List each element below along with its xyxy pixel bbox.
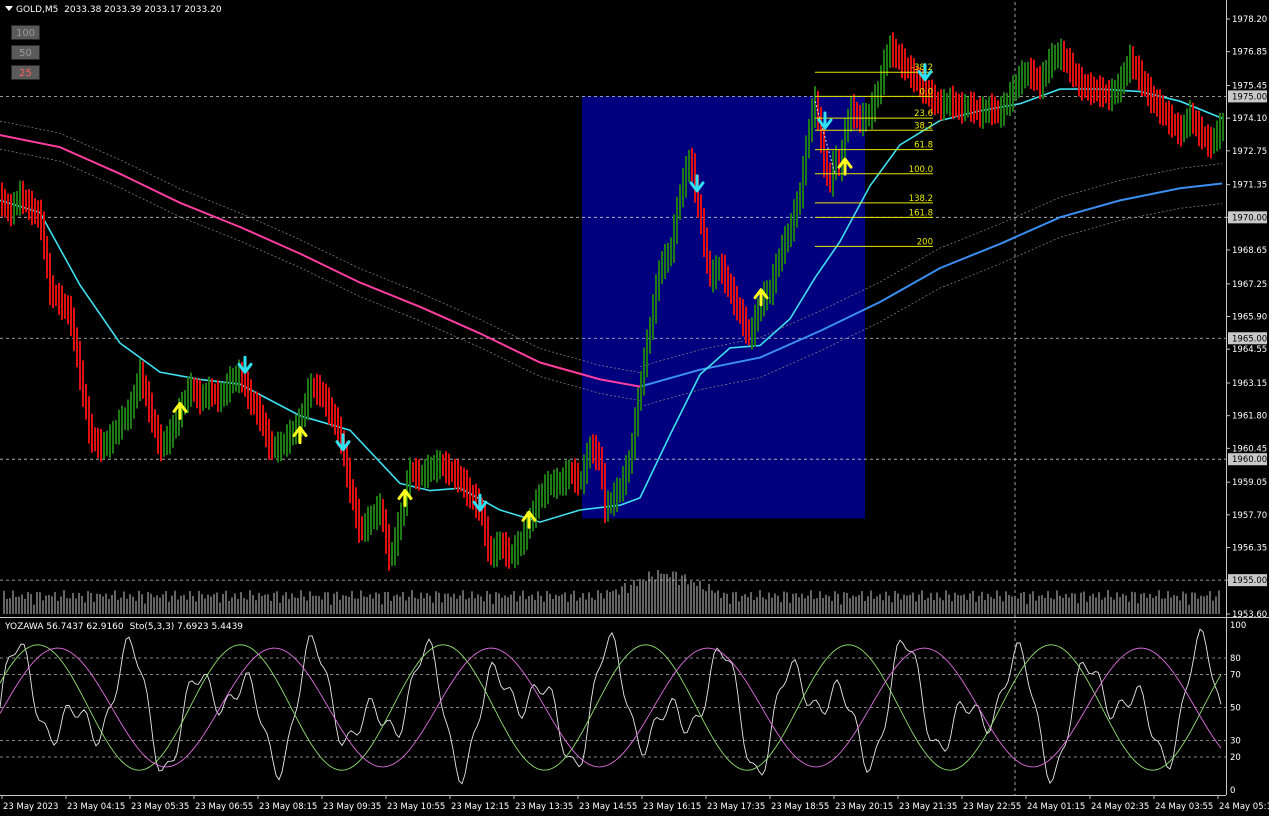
ma-slow-line: [0, 134, 641, 388]
price-tick-label: 1967.25: [1232, 280, 1267, 290]
quote-label: 2033.38 2033.39 2033.17 2033.20: [64, 5, 222, 15]
fibo-level-label: 38.2: [914, 121, 933, 131]
fibo-level-label: 100.0: [909, 165, 933, 175]
time-tick-label: 23 May 18:55: [771, 802, 829, 812]
price-tick-label: 1974.10: [1232, 114, 1267, 124]
time-tick-label: 23 May 21:35: [899, 802, 957, 812]
price-tick-label: 1957.70: [1232, 511, 1267, 521]
oscillator-tick-label: 100: [1230, 621, 1246, 631]
oscillator-tick-label: 70: [1230, 671, 1241, 681]
price-tick-label: 1961.80: [1232, 412, 1267, 422]
price-tick-label: 1953.60: [1232, 610, 1267, 620]
price-tick-label: 1976.85: [1232, 48, 1267, 58]
ma-slow-upper-band: [0, 120, 641, 373]
oscillator-tick-label: 20: [1230, 753, 1241, 763]
subwindow-header: YOZAWA 56.7437 62.9160 Sto(5,3,3) 7.6923 …: [5, 622, 249, 632]
stochastic-label: Sto(5,3,3) 7.6923 5.4439: [129, 622, 244, 632]
price-level-badge-label: 1960.00: [1232, 455, 1267, 465]
price-level-badge-label: 1975.00: [1232, 92, 1267, 102]
fibo-level-label: 61.8: [914, 141, 933, 151]
oscillator-tick-label: 30: [1230, 737, 1241, 747]
fibo-level-label: 0.0: [919, 87, 933, 97]
symbol-label: GOLD,M5: [16, 5, 59, 15]
time-tick-label: 23 May 20:15: [835, 802, 893, 812]
yozawa-label: YOZAWA 56.7437 62.9160: [5, 622, 124, 632]
price-level-badge-label: 1955.00: [1232, 576, 1267, 586]
price-tick-label: 1965.90: [1232, 313, 1267, 323]
price-tick-label: 1975.45: [1232, 82, 1267, 92]
time-tick-label: 23 May 2023: [3, 802, 58, 812]
price-tick-label: 1963.15: [1232, 379, 1267, 389]
time-tick-label: 24 May 02:35: [1091, 802, 1149, 812]
time-tick-label: 23 May 13:35: [515, 802, 573, 812]
time-tick-label: 24 May 03:55: [1155, 802, 1213, 812]
price-tick-label: 1956.35: [1232, 543, 1267, 553]
fibo-level-label: 23.6: [914, 109, 933, 119]
chart-header: GOLD,M5 2033.38 2033.39 2033.17 2033.20: [5, 5, 222, 15]
yozawa-line: [0, 628, 1222, 785]
time-tick-label: 23 May 10:55: [387, 802, 445, 812]
fibo-level-label: 138.2: [909, 194, 933, 204]
chart-canvas[interactable]: -38.20.023.638.261.8100.0138.2161.8200 1…: [0, 0, 1269, 816]
time-tick-label: 23 May 08:15: [259, 802, 317, 812]
time-tick-label: 23 May 17:35: [707, 802, 765, 812]
time-tick-label: 23 May 12:15: [451, 802, 509, 812]
price-tick-label: 1968.65: [1232, 246, 1267, 256]
price-level-badge-label: 1965.00: [1232, 334, 1267, 344]
stoch-main-line: [0, 644, 1222, 771]
price-tick-label: 1959.05: [1232, 478, 1267, 488]
fibo-level-label: 200: [917, 237, 933, 247]
time-tick-label: 23 May 22:55: [963, 802, 1021, 812]
oscillator-tick-label: 50: [1230, 704, 1241, 714]
lot-button-25[interactable]: 25: [11, 65, 40, 80]
time-tick-label: 24 May 01:15: [1027, 802, 1085, 812]
time-tick-label: 23 May 16:15: [643, 802, 701, 812]
lot-button-50[interactable]: 50: [11, 45, 40, 60]
oscillator-tick-label: 80: [1230, 654, 1241, 664]
price-tick-label: 1964.55: [1232, 345, 1267, 355]
time-tick-label: 23 May 04:15: [67, 802, 125, 812]
price-tick-label: 1960.45: [1232, 444, 1267, 454]
lot-button-100[interactable]: 100: [11, 25, 40, 40]
time-tick-label: 23 May 14:55: [579, 802, 637, 812]
time-tick-label: 23 May 09:35: [323, 802, 381, 812]
price-tick-label: 1972.75: [1232, 147, 1267, 157]
sell-arrow-icon: [237, 355, 253, 374]
fibo-level-label: 161.8: [909, 208, 933, 218]
price-tick-label: 1971.35: [1232, 181, 1267, 191]
time-tick-label: 24 May 05:15: [1219, 802, 1269, 812]
range-box[interactable]: [582, 96, 865, 519]
price-tick-label: 1978.20: [1232, 15, 1267, 25]
oscillator-tick-label: 0: [1230, 786, 1235, 796]
time-tick-label: 23 May 06:55: [195, 802, 253, 812]
dropdown-triangle-icon[interactable]: [5, 6, 13, 11]
time-tick-label: 23 May 05:35: [131, 802, 189, 812]
stoch-signal-line: [0, 647, 1222, 768]
price-level-badge-label: 1970.00: [1232, 213, 1267, 223]
